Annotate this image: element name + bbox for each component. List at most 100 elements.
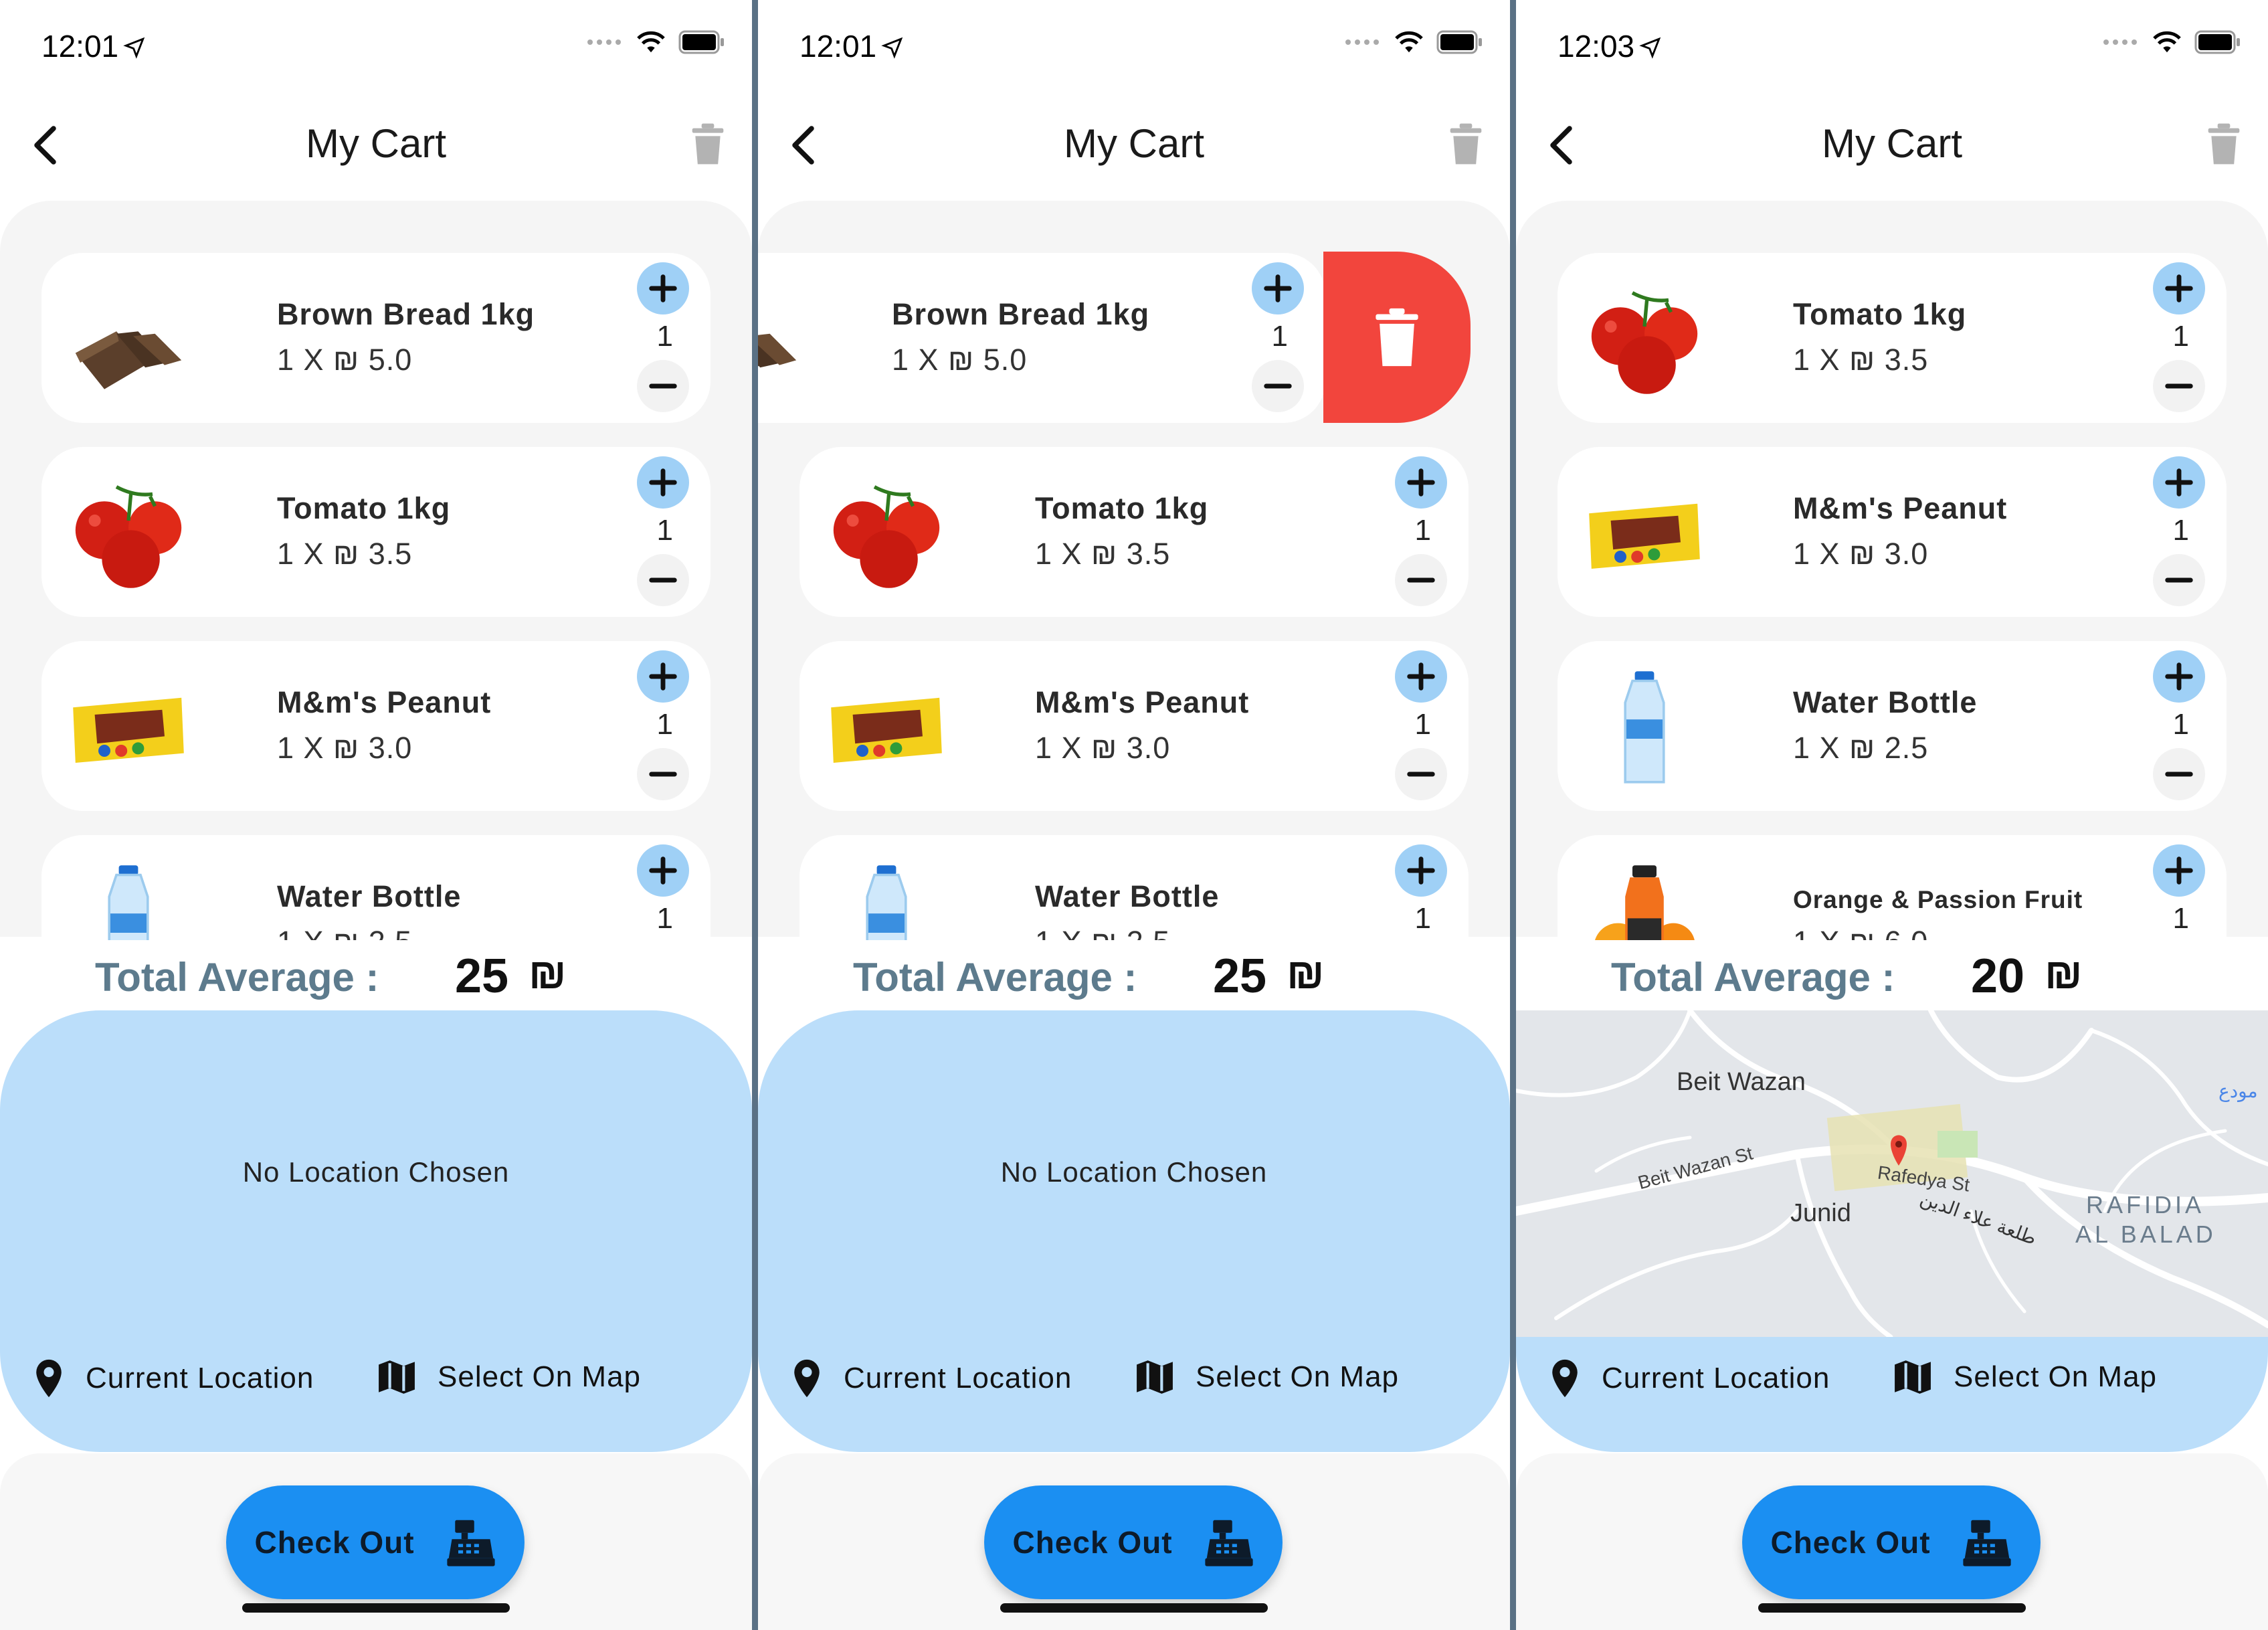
- home-indicator[interactable]: [242, 1603, 510, 1613]
- product-image-bread: [75, 331, 182, 389]
- cash-register-icon: [1204, 1520, 1253, 1566]
- plus-icon: [1407, 856, 1435, 885]
- item-name: Brown Bread 1kg: [892, 297, 1150, 331]
- checkout-button[interactable]: Check Out: [984, 1485, 1283, 1599]
- increase-button[interactable]: [1395, 456, 1447, 509]
- cart-list[interactable]: Tomato 1kg 1 X ₪ 3.5 1 M&m's Peanut 1 X …: [1516, 0, 2268, 940]
- decrease-button[interactable]: [637, 748, 689, 800]
- product-image-tomato: [1591, 291, 1698, 394]
- increase-button[interactable]: [637, 650, 689, 703]
- location-pin-icon: [36, 1359, 62, 1398]
- current-location-label: Current Location: [86, 1362, 314, 1394]
- decrease-button[interactable]: [2153, 554, 2205, 606]
- map-label: Beit Wazan: [1677, 1068, 1806, 1096]
- cart-item[interactable]: Tomato 1kg 1 X ₪ 3.5 1: [799, 447, 1469, 617]
- item-name: Water Bottle: [277, 879, 462, 913]
- checkout-label: Check Out: [1012, 1525, 1173, 1560]
- screen-1: 12:01 My Cart Brown Bread 1kg 1 X ₪ 5.0 …: [0, 0, 752, 1630]
- plus-icon: [1407, 468, 1435, 496]
- increase-button[interactable]: [1395, 650, 1447, 703]
- item-name: M&m's Peanut: [277, 685, 492, 719]
- cart-list[interactable]: Brown Bread 1kg 1 X ₪ 5.0 1 Tomato 1kg 1…: [758, 0, 1510, 940]
- map-label: AL BALAD: [2075, 1220, 2216, 1248]
- minus-icon: [649, 577, 677, 583]
- minus-icon: [649, 383, 677, 389]
- cart-list[interactable]: Brown Bread 1kg 1 X ₪ 5.0 1 Tomato 1kg 1…: [0, 0, 752, 940]
- home-indicator[interactable]: [1758, 1603, 2026, 1613]
- product-image-tomato: [833, 485, 940, 588]
- map-label: Junid: [1790, 1199, 1851, 1227]
- item-price: 1 X ₪ 3.0: [1793, 537, 1929, 571]
- item-quantity: 1: [656, 320, 673, 353]
- decrease-button[interactable]: [637, 360, 689, 412]
- product-image-tomato: [75, 485, 182, 588]
- select-on-map-button[interactable]: Select On Map: [377, 1358, 641, 1396]
- cart-item[interactable]: M&m's Peanut 1 X ₪ 3.0 1: [1557, 447, 2227, 617]
- decrease-button[interactable]: [1252, 360, 1304, 412]
- product-image-bread: [758, 333, 797, 368]
- cart-item[interactable]: Water Bottle 1 X ₪ 2.5 1: [1557, 641, 2227, 811]
- product-image-juice: [1595, 865, 1695, 940]
- delete-item-button[interactable]: [1323, 252, 1471, 423]
- increase-button[interactable]: [2153, 844, 2205, 897]
- current-location-label: Current Location: [1602, 1362, 1830, 1394]
- current-location-button[interactable]: Current Location: [791, 1358, 1072, 1398]
- select-on-map-button[interactable]: Select On Map: [1135, 1358, 1399, 1396]
- map-view[interactable]: Beit Wazan Beit Wazan St Rafedya St Juni…: [1516, 1010, 2268, 1337]
- cart-item[interactable]: Brown Bread 1kg 1 X ₪ 5.0 1: [41, 253, 711, 423]
- decrease-button[interactable]: [2153, 748, 2205, 800]
- cart-item[interactable]: Orange & Passion Fruit 1 X ₪ 6.0 1: [1557, 835, 2227, 940]
- cart-item[interactable]: Water Bottle 1 X ₪ 2.5 1: [799, 835, 1469, 940]
- increase-button[interactable]: [2153, 262, 2205, 314]
- decrease-button[interactable]: [637, 554, 689, 606]
- plus-icon: [2165, 274, 2193, 302]
- select-on-map-label: Select On Map: [1954, 1360, 2158, 1393]
- cart-item[interactable]: Tomato 1kg 1 X ₪ 3.5 1: [1557, 253, 2227, 423]
- product-image-water: [108, 865, 149, 940]
- item-price: 1 X ₪ 2.5: [1793, 731, 1929, 765]
- current-location-label: Current Location: [844, 1362, 1072, 1394]
- select-on-map-button[interactable]: Select On Map: [1893, 1358, 2157, 1396]
- minus-icon: [649, 772, 677, 777]
- cart-item-swiped[interactable]: Brown Bread 1kg 1 X ₪ 5.0 1: [758, 253, 1325, 423]
- cart-item[interactable]: Water Bottle 1 X ₪ 2.5 1: [41, 835, 711, 940]
- product-image-mms: [73, 697, 184, 763]
- total-row: Total Average : 25 ₪: [0, 943, 752, 1010]
- decrease-button[interactable]: [1395, 748, 1447, 800]
- minus-icon: [2165, 772, 2193, 777]
- item-quantity: 1: [2172, 902, 2189, 935]
- home-indicator[interactable]: [1000, 1603, 1268, 1613]
- checkout-button[interactable]: Check Out: [1742, 1485, 2041, 1599]
- increase-button[interactable]: [637, 262, 689, 314]
- decrease-button[interactable]: [2153, 360, 2205, 412]
- checkout-label: Check Out: [1770, 1525, 1931, 1560]
- plus-icon: [2165, 856, 2193, 885]
- increase-button[interactable]: [1252, 262, 1304, 314]
- current-location-button[interactable]: Current Location: [1549, 1358, 1830, 1398]
- item-price: 1 X ₪ 5.0: [277, 343, 413, 377]
- increase-button[interactable]: [1395, 844, 1447, 897]
- cash-register-icon: [446, 1520, 495, 1566]
- map-label: RAFIDIA: [2086, 1191, 2205, 1218]
- minus-icon: [2165, 383, 2193, 389]
- decrease-button[interactable]: [1395, 554, 1447, 606]
- cart-item[interactable]: M&m's Peanut 1 X ₪ 3.0 1: [799, 641, 1469, 811]
- total-label: Total Average :: [853, 955, 1137, 1000]
- plus-icon: [649, 662, 677, 691]
- currency-symbol: ₪: [2045, 949, 2083, 998]
- increase-button[interactable]: [2153, 650, 2205, 703]
- increase-button[interactable]: [637, 844, 689, 897]
- cart-item[interactable]: Tomato 1kg 1 X ₪ 3.5 1: [41, 447, 711, 617]
- current-location-button[interactable]: Current Location: [33, 1358, 314, 1398]
- item-quantity: 1: [2172, 708, 2189, 741]
- item-name: M&m's Peanut: [1035, 685, 1250, 719]
- item-price: 1 X ₪ 3.0: [277, 731, 413, 765]
- location-pin-icon: [1552, 1359, 1578, 1398]
- increase-button[interactable]: [637, 456, 689, 509]
- item-quantity: 1: [1414, 902, 1431, 935]
- plus-icon: [2165, 468, 2193, 496]
- product-image-water: [1624, 671, 1665, 784]
- increase-button[interactable]: [2153, 456, 2205, 509]
- checkout-button[interactable]: Check Out: [226, 1485, 525, 1599]
- cart-item[interactable]: M&m's Peanut 1 X ₪ 3.0 1: [41, 641, 711, 811]
